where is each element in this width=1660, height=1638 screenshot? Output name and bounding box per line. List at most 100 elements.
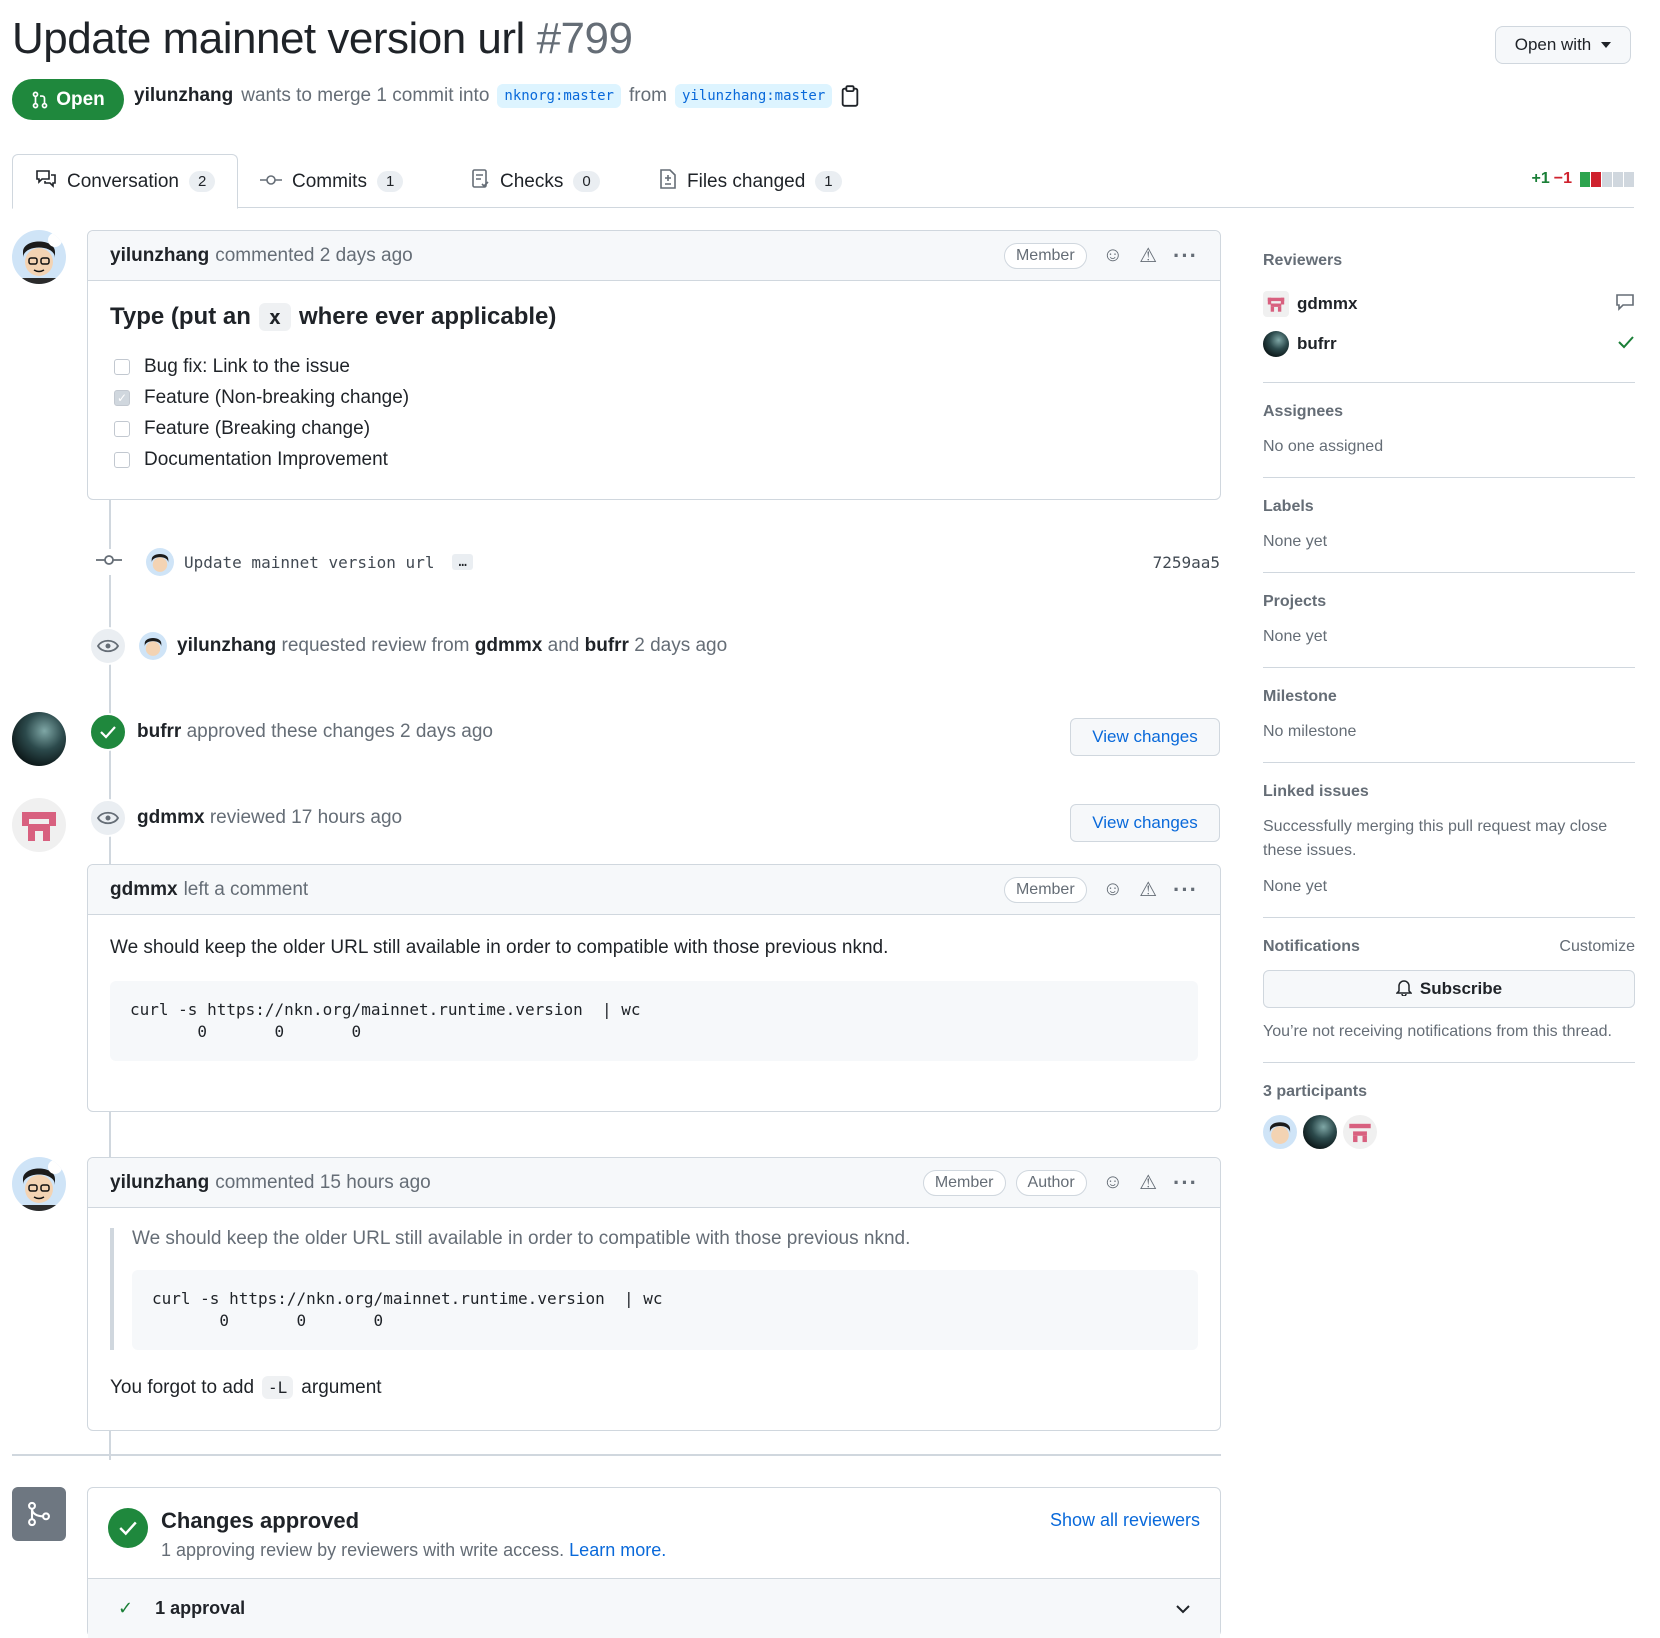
tab-counter: 0 <box>573 171 600 192</box>
commit-message[interactable]: Update mainnet version url <box>184 553 434 572</box>
sidebar-heading[interactable]: Linked issues <box>1263 783 1635 801</box>
view-changes-button[interactable]: View changes <box>1070 718 1220 756</box>
member-badge: Member <box>922 1169 1006 1196</box>
page-title: Update mainnet version url #799 <box>12 14 633 64</box>
sidebar-labels: Labels None yet <box>1263 478 1635 573</box>
sidebar-assignees: Assignees No one assigned <box>1263 383 1635 478</box>
customize-link[interactable]: Customize <box>1559 938 1635 956</box>
tab-checks[interactable]: Checks 0 <box>472 154 600 209</box>
event-text: reviewed 17 hours ago <box>209 807 403 828</box>
avatar[interactable] <box>139 632 167 660</box>
smiley-icon[interactable]: ☺ <box>1103 244 1123 267</box>
comment-author[interactable]: yilunzhang <box>110 245 209 267</box>
copilot-icon[interactable]: ⚠︎ <box>1139 243 1157 268</box>
review-event: gdmmx reviewed 17 hours ago <box>89 799 402 837</box>
participant-avatar[interactable] <box>1343 1115 1377 1149</box>
participant-avatar[interactable] <box>1263 1115 1297 1149</box>
heading-text: where ever applicable) <box>298 303 557 330</box>
smiley-icon[interactable]: ☺ <box>1103 878 1123 901</box>
commit-icon <box>96 549 122 575</box>
comment-author[interactable]: yilunzhang <box>110 1172 209 1194</box>
timeline-divider <box>12 1454 1221 1456</box>
member-badge: Member <box>1003 876 1087 903</box>
notifications-text: You’re not receiving notifications from … <box>1263 1023 1612 1040</box>
linked-issues-value: None yet <box>1263 878 1328 895</box>
tab-conversation[interactable]: Conversation 2 <box>12 154 239 209</box>
diffstat: +1 −1 <box>1532 170 1634 188</box>
open-with-label: Open with <box>1514 35 1592 54</box>
avatar[interactable] <box>12 712 66 766</box>
tab-files-changed[interactable]: Files changed 1 <box>659 154 842 209</box>
reviewer-link[interactable]: gdmmx <box>475 635 543 656</box>
open-with-button[interactable]: Open with <box>1495 26 1631 64</box>
pr-author-link[interactable]: yilunzhang <box>134 85 233 107</box>
sidebar-heading[interactable]: Milestone <box>1263 688 1635 706</box>
comment-action[interactable]: commented 2 days ago <box>215 245 413 267</box>
kebab-menu-icon[interactable]: ··· <box>1173 1170 1198 1196</box>
sidebar-heading[interactable]: Assignees <box>1263 403 1635 421</box>
task-checkbox[interactable] <box>114 451 130 468</box>
code-block: curl -s https://nkn.org/mainnet.runtime.… <box>110 981 1198 1061</box>
sidebar-heading[interactable]: Labels <box>1263 498 1635 516</box>
tab-commits[interactable]: Commits 1 <box>260 154 404 209</box>
commit-sha[interactable]: 7259aa5 <box>1153 553 1220 572</box>
avatar[interactable] <box>12 1157 66 1211</box>
actor-link[interactable]: yilunzhang <box>177 635 276 656</box>
task-checkbox[interactable] <box>114 420 130 437</box>
comment-header: yilunzhang commented 15 hours ago Member… <box>88 1158 1220 1208</box>
smiley-icon[interactable]: ☺ <box>1103 1171 1123 1194</box>
participant-avatar[interactable] <box>1303 1115 1337 1149</box>
assignees-value: No one assigned <box>1263 438 1384 455</box>
task-label: Feature (Breaking change) <box>144 417 371 439</box>
author-badge: Author <box>1015 1169 1087 1196</box>
commit-ellipsis-button[interactable]: … <box>452 554 473 570</box>
event-text: requested review from <box>281 635 470 656</box>
sidebar-heading[interactable]: Projects <box>1263 593 1635 611</box>
kebab-menu-icon[interactable]: ··· <box>1173 243 1198 269</box>
comment-author[interactable]: gdmmx <box>110 879 178 901</box>
event-time[interactable]: 2 days ago <box>634 635 727 656</box>
tab-bar: Conversation 2 Commits 1 Checks 0 Files … <box>12 154 1634 209</box>
head-branch[interactable]: yilunzhang:master <box>674 84 833 108</box>
subscribe-button[interactable]: Subscribe <box>1263 970 1635 1008</box>
task-label: Feature (Non-breaking change) <box>144 386 410 408</box>
sidebar-projects: Projects None yet <box>1263 573 1635 668</box>
chevron-down-icon[interactable] <box>1176 1598 1190 1619</box>
copy-icon[interactable] <box>840 85 860 107</box>
copilot-icon[interactable]: ⚠︎ <box>1139 877 1157 902</box>
avatar[interactable] <box>12 230 66 284</box>
approvals-row[interactable]: ✓ 1 approval <box>88 1578 1220 1638</box>
approvals-label: 1 approval <box>155 1598 246 1618</box>
task-checkbox[interactable] <box>114 358 130 375</box>
task-item: ✓ Feature (Non-breaking change) <box>110 382 1198 413</box>
sidebar-reviewers: Reviewers gdmmx bufrr <box>1263 230 1635 383</box>
check-icon <box>89 713 127 751</box>
check-icon: ✓ <box>118 1598 134 1618</box>
task-item: Documentation Improvement <box>110 444 1198 475</box>
avatar[interactable] <box>146 548 174 576</box>
subscribe-label: Subscribe <box>1419 979 1503 998</box>
task-checkbox-checked[interactable]: ✓ <box>114 389 130 406</box>
show-all-reviewers-link[interactable]: Show all reviewers <box>1050 1510 1200 1531</box>
actor-link[interactable]: gdmmx <box>137 807 205 828</box>
avatar[interactable] <box>12 798 66 852</box>
copilot-icon[interactable]: ⚠︎ <box>1139 1170 1157 1195</box>
reviewer-item[interactable]: bufrr <box>1263 324 1635 364</box>
reviewer-link[interactable]: bufrr <box>585 635 629 656</box>
comment-action[interactable]: commented 15 hours ago <box>215 1172 430 1194</box>
actor-link[interactable]: bufrr <box>137 721 181 742</box>
sidebar-heading[interactable]: Reviewers <box>1263 252 1635 270</box>
kebab-menu-icon[interactable]: ··· <box>1173 877 1198 903</box>
merge-status-sub: 1 approving review by reviewers with wri… <box>161 1540 666 1561</box>
linked-issues-text: Successfully merging this pull request m… <box>1263 818 1608 859</box>
sidebar-heading: 3 participants <box>1263 1083 1368 1100</box>
base-branch[interactable]: nknorg:master <box>497 84 621 108</box>
merge-text: wants to merge 1 commit into <box>241 85 490 106</box>
bell-icon <box>1395 978 1413 1001</box>
learn-more-link[interactable]: Learn more. <box>569 1540 666 1560</box>
reviewer-item[interactable]: gdmmx <box>1263 284 1635 324</box>
commit-event: Update mainnet version url … 7259aa5 <box>96 548 1220 576</box>
tab-counter: 2 <box>188 171 216 192</box>
view-changes-button[interactable]: View changes <box>1070 804 1220 842</box>
check-circle-icon <box>108 1508 148 1548</box>
